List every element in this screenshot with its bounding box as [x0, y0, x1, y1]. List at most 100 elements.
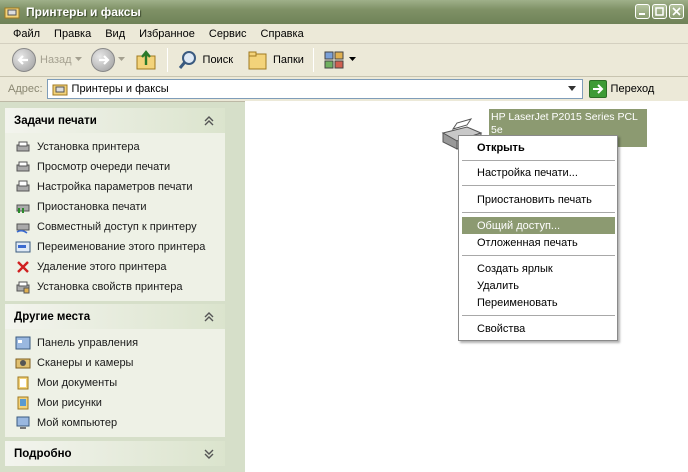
delete-x-icon	[15, 259, 31, 275]
chevron-down-icon	[568, 86, 577, 91]
print-queue-icon	[15, 159, 31, 175]
back-label: Назад	[40, 54, 72, 66]
menu-bar: Файл Правка Вид Избранное Сервис Справка	[0, 24, 688, 44]
task-pane: Задачи печати Установка принтера Просмот…	[0, 101, 245, 472]
printer-properties-icon	[15, 279, 31, 295]
chevron-down-icon	[348, 57, 356, 61]
place-my-documents[interactable]: Мои документы	[15, 373, 225, 393]
task-add-printer[interactable]: Установка принтера	[15, 137, 225, 157]
menu-favorites[interactable]: Избранное	[132, 28, 202, 40]
menu-separator	[462, 160, 615, 161]
my-computer-icon	[15, 415, 31, 431]
up-folder-button[interactable]	[130, 46, 162, 74]
views-icon	[324, 51, 344, 69]
expand-chevron-icon[interactable]	[201, 446, 217, 462]
menu-help[interactable]: Справка	[254, 28, 311, 40]
task-share-printer[interactable]: Совместный доступ к принтеру	[15, 217, 225, 237]
back-arrow-icon	[12, 48, 36, 72]
other-places-group: Другие места Панель управления Сканеры и…	[5, 304, 225, 437]
menu-sharing[interactable]: Общий доступ...	[462, 217, 615, 234]
menu-print-settings[interactable]: Настройка печати...	[462, 164, 615, 181]
place-scanners-cameras[interactable]: Сканеры и камеры	[15, 353, 225, 373]
chevron-down-icon	[74, 57, 82, 61]
printer-tasks-title: Задачи печати	[14, 114, 97, 127]
search-label: Поиск	[202, 54, 234, 66]
maximize-icon	[655, 7, 664, 16]
other-places-list: Панель управления Сканеры и камеры Мои д…	[5, 329, 225, 437]
details-title: Подробно	[14, 447, 72, 460]
pause-printer-icon	[15, 199, 31, 215]
menu-open[interactable]: Открыть	[462, 139, 615, 156]
forward-arrow-icon	[90, 48, 115, 72]
chevron-down-icon	[117, 57, 125, 61]
minimize-button[interactable]	[635, 4, 650, 19]
menu-delete[interactable]: Удалить	[462, 277, 615, 294]
title-bar[interactable]: Принтеры и факсы	[0, 0, 688, 24]
menu-rename[interactable]: Переименовать	[462, 294, 615, 311]
folders-icon	[248, 51, 267, 70]
minimize-icon	[639, 13, 645, 15]
folders-button[interactable]: Папки	[243, 46, 308, 74]
control-panel-icon	[15, 335, 31, 351]
back-button[interactable]: Назад	[8, 46, 87, 74]
toolbar-separator	[312, 48, 314, 72]
menu-separator	[462, 315, 615, 316]
task-print-preferences[interactable]: Настройка параметров печати	[15, 177, 225, 197]
task-delete-printer[interactable]: Удаление этого принтера	[15, 257, 225, 277]
details-header[interactable]: Подробно	[5, 441, 225, 466]
details-group: Подробно	[5, 441, 225, 466]
toolbar: Назад Поиск Папки	[0, 44, 688, 77]
folders-label: Папки	[273, 54, 304, 66]
task-view-queue[interactable]: Просмотр очереди печати	[15, 157, 225, 177]
close-button[interactable]	[669, 4, 684, 19]
printer-tasks-header[interactable]: Задачи печати	[5, 108, 225, 133]
maximize-button[interactable]	[652, 4, 667, 19]
task-printer-properties[interactable]: Установка свойств принтера	[15, 277, 225, 297]
context-menu: Открыть Настройка печати... Приостановит…	[458, 135, 618, 341]
share-printer-icon	[15, 219, 31, 235]
close-icon	[672, 7, 681, 16]
search-icon	[178, 51, 196, 69]
address-input[interactable]: Принтеры и факсы	[46, 79, 583, 99]
collapse-chevron-icon[interactable]	[201, 113, 217, 129]
task-pause-printing[interactable]: Приостановка печати	[15, 197, 225, 217]
menu-create-shortcut[interactable]: Создать ярлык	[462, 260, 615, 277]
go-arrow-icon	[588, 80, 607, 98]
menu-separator	[462, 212, 615, 213]
menu-properties[interactable]: Свойства	[462, 320, 615, 337]
menu-file[interactable]: Файл	[6, 28, 47, 40]
toolbar-separator	[166, 48, 168, 72]
menu-tools[interactable]: Сервис	[202, 28, 254, 40]
task-rename-printer[interactable]: Переименование этого принтера	[15, 237, 225, 257]
my-pictures-icon	[15, 395, 31, 411]
up-folder-icon	[136, 50, 156, 70]
other-places-header[interactable]: Другие места	[5, 304, 225, 329]
menu-deferred-printing[interactable]: Отложенная печать	[462, 234, 615, 251]
place-my-pictures[interactable]: Мои рисунки	[15, 393, 225, 413]
menu-edit[interactable]: Правка	[47, 28, 98, 40]
address-bar: Адрес: Принтеры и факсы Переход	[0, 77, 688, 101]
search-button[interactable]: Поиск	[173, 46, 237, 74]
rename-icon	[15, 239, 31, 255]
go-button[interactable]: Переход	[588, 80, 654, 98]
window-title: Принтеры и факсы	[26, 5, 141, 19]
menu-separator	[462, 185, 615, 186]
address-dropdown-button[interactable]	[564, 81, 581, 97]
other-places-title: Другие места	[14, 310, 91, 323]
views-button[interactable]	[319, 46, 361, 74]
add-printer-icon	[15, 139, 31, 155]
forward-button[interactable]	[87, 46, 130, 74]
printer-folder-icon	[52, 84, 68, 96]
collapse-chevron-icon[interactable]	[201, 309, 217, 325]
place-control-panel[interactable]: Панель управления	[15, 333, 225, 353]
printer-name: HP LaserJet P2015 Series PCL 5e	[491, 111, 638, 136]
menu-view[interactable]: Вид	[98, 28, 132, 40]
printer-tasks-list: Установка принтера Просмотр очереди печа…	[5, 133, 225, 301]
my-documents-icon	[15, 375, 31, 391]
scanner-camera-icon	[15, 355, 31, 371]
place-my-computer[interactable]: Мой компьютер	[15, 413, 225, 433]
printer-tasks-group: Задачи печати Установка принтера Просмот…	[5, 108, 225, 301]
menu-pause-printing[interactable]: Приостановить печать	[462, 191, 615, 208]
print-settings-icon	[15, 179, 31, 195]
address-value: Принтеры и факсы	[71, 83, 169, 95]
